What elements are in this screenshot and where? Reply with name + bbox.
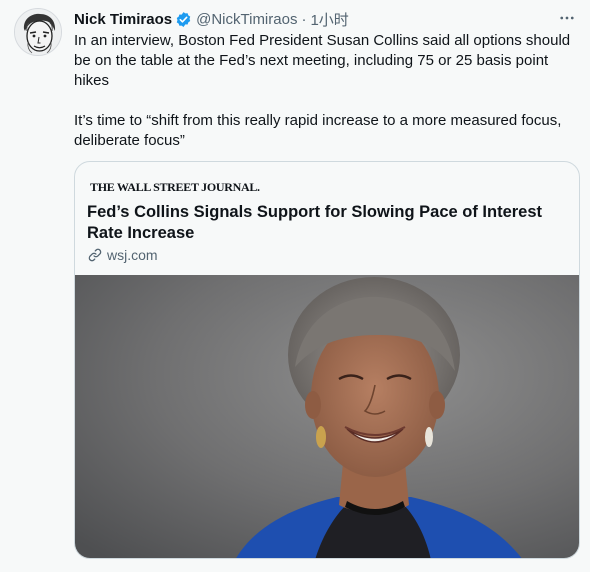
header-separator: ·	[301, 10, 307, 28]
tweet-header: Nick Timiraos @NickTimiraos · 1小时	[74, 9, 578, 29]
link-card[interactable]: THE WALL STREET JOURNAL. Fed’s Collins S…	[74, 161, 580, 559]
link-card-title[interactable]: Fed’s Collins Signals Support for Slowin…	[87, 202, 573, 244]
author-handle[interactable]: @NickTimiraos	[196, 11, 297, 28]
link-card-domain[interactable]: wsj.com	[87, 247, 158, 263]
tweet-text: In an interview, Boston Fed President Su…	[74, 31, 579, 151]
tweet-paragraph-1: In an interview, Boston Fed President Su…	[74, 32, 571, 89]
tweet-paragraph-2: It’s time to “shift from this really rap…	[74, 112, 562, 149]
more-options-icon[interactable]	[556, 8, 578, 28]
publication-name: THE WALL STREET JOURNAL.	[90, 180, 260, 194]
author-avatar[interactable]	[14, 8, 62, 56]
link-card-domain-text: wsj.com	[107, 247, 158, 263]
link-icon	[88, 248, 102, 262]
author-name[interactable]: Nick Timiraos	[74, 11, 172, 28]
portrait-photo[interactable]	[75, 275, 579, 558]
tweet: Nick Timiraos @NickTimiraos · 1小时 In an …	[0, 0, 590, 572]
verified-badge-icon	[175, 11, 192, 28]
link-card-meta: THE WALL STREET JOURNAL. Fed’s Collins S…	[75, 162, 579, 275]
tweet-timestamp[interactable]: 1小时	[310, 9, 348, 30]
